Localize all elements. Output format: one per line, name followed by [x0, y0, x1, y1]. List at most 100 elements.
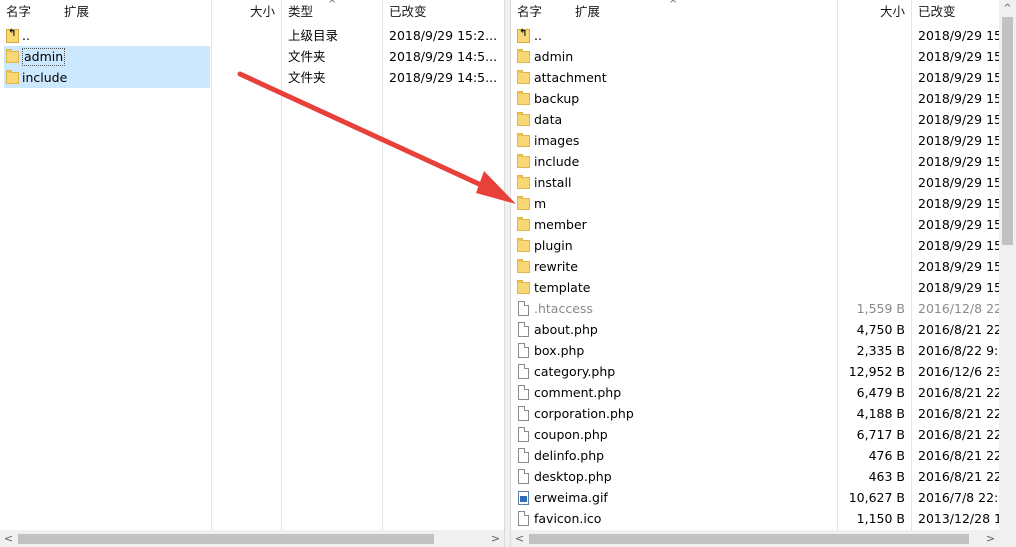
file-row[interactable]: desktop.php 463 B 2016/8/21 22:: [511, 466, 999, 487]
file-type: 文件夹: [288, 70, 326, 85]
col-header-size[interactable]: 大小: [211, 0, 281, 24]
scroll-thumb[interactable]: [18, 534, 434, 544]
file-name: about.php: [534, 322, 598, 337]
file-size: 4,750 B: [856, 322, 905, 337]
folder-icon: [6, 70, 19, 84]
file-icon: [518, 322, 529, 337]
local-file-list-pane[interactable]: 名字 扩展 大小 类型 ^ 已改变 ↰.. 上级目录 2018/9/29 15:2.…: [0, 0, 504, 547]
file-size: [837, 109, 905, 130]
remote-file-list-pane[interactable]: 名字 扩展 ^ 大小 已改变 ↰.. 2018/9/29 15: admin 2018…: [511, 0, 1016, 547]
file-size: [837, 172, 905, 193]
col-header-modified[interactable]: 已改变: [912, 0, 1002, 24]
file-size: [837, 214, 905, 235]
scroll-up-icon[interactable]: ^: [999, 0, 1016, 17]
file-size: 10,627 B: [848, 490, 905, 505]
col-header-ext[interactable]: 扩展: [569, 0, 629, 24]
file-row[interactable]: m 2018/9/29 15:: [511, 193, 999, 214]
scroll-thumb[interactable]: [529, 534, 969, 544]
col-header-name[interactable]: 名字: [0, 0, 60, 24]
file-modified: 2018/9/29 15:: [918, 70, 999, 85]
file-name: rewrite: [534, 259, 578, 274]
file-size: [837, 25, 905, 46]
file-size: 1,150 B: [856, 511, 905, 526]
file-row[interactable]: install 2018/9/29 15:: [511, 172, 999, 193]
file-modified: 2016/8/21 22:: [918, 385, 999, 400]
remote-vertical-scrollbar[interactable]: ^: [999, 0, 1016, 530]
file-row[interactable]: .htaccess 1,559 B 2016/12/8 22:: [511, 298, 999, 319]
file-modified: 2018/9/29 15:: [918, 154, 999, 169]
file-row[interactable]: box.php 2,335 B 2016/8/22 9:2: [511, 340, 999, 361]
col-header-size[interactable]: 大小: [837, 0, 911, 24]
file-row[interactable]: admin 文件夹 2018/9/29 14:5...: [0, 46, 504, 67]
file-modified: 2016/8/21 22:: [918, 427, 999, 442]
file-size: [837, 235, 905, 256]
file-size: 476 B: [868, 448, 905, 463]
file-row[interactable]: attachment 2018/9/29 15:: [511, 67, 999, 88]
file-row[interactable]: plugin 2018/9/29 15:: [511, 235, 999, 256]
image-file-icon: [518, 491, 529, 505]
file-row[interactable]: favicon.ico 1,150 B 2013/12/28 1(: [511, 508, 999, 529]
col-header-ext[interactable]: 扩展: [58, 0, 118, 24]
file-row[interactable]: ↰.. 2018/9/29 15:: [511, 25, 999, 46]
file-row[interactable]: data 2018/9/29 15:: [511, 109, 999, 130]
file-row[interactable]: include 2018/9/29 15:: [511, 151, 999, 172]
file-size: [837, 88, 905, 109]
scrollbar-corner: [999, 530, 1016, 547]
file-size: [837, 130, 905, 151]
file-modified: 2018/9/29 15:: [918, 259, 999, 274]
file-name: coupon.php: [534, 427, 608, 442]
scroll-right-icon[interactable]: >: [487, 530, 504, 547]
pane-splitter[interactable]: [504, 0, 511, 547]
file-row[interactable]: coupon.php 6,717 B 2016/8/21 22:: [511, 424, 999, 445]
file-icon: [518, 364, 529, 379]
file-modified: 2016/8/21 22:: [918, 448, 999, 463]
file-row[interactable]: include 文件夹 2018/9/29 14:5...: [0, 67, 504, 88]
file-name-text: include: [22, 70, 68, 85]
file-row[interactable]: backup 2018/9/29 15:: [511, 88, 999, 109]
file-size: [837, 256, 905, 277]
up-arrow-icon: ↰: [519, 28, 528, 39]
file-name: .htaccess: [534, 301, 593, 316]
file-row[interactable]: delinfo.php 476 B 2016/8/21 22:: [511, 445, 999, 466]
remote-horizontal-scrollbar[interactable]: < >: [511, 530, 999, 547]
file-row[interactable]: rewrite 2018/9/29 15:: [511, 256, 999, 277]
file-type: 文件夹: [288, 49, 326, 64]
scroll-left-icon[interactable]: <: [0, 530, 17, 547]
folder-icon: [517, 280, 530, 294]
file-name: plugin: [534, 238, 573, 253]
file-type: 上级目录: [288, 28, 339, 43]
file-row[interactable]: ↰.. 上级目录 2018/9/29 15:2...: [0, 25, 504, 46]
file-row[interactable]: comment.php 6,479 B 2016/8/21 22:: [511, 382, 999, 403]
file-row[interactable]: category.php 12,952 B 2016/12/6 23:: [511, 361, 999, 382]
file-row[interactable]: images 2018/9/29 15:: [511, 130, 999, 151]
file-name: ..: [22, 25, 208, 46]
file-row[interactable]: about.php 4,750 B 2016/8/21 22:: [511, 319, 999, 340]
file-row[interactable]: erweima.gif 10,627 B 2016/7/8 22:2: [511, 487, 999, 508]
remote-column-header: 名字 扩展 ^ 大小 已改变: [511, 0, 1016, 24]
col-header-name[interactable]: 名字: [511, 0, 571, 24]
file-row[interactable]: member 2018/9/29 15:: [511, 214, 999, 235]
scroll-left-icon[interactable]: <: [511, 530, 528, 547]
folder-icon: [517, 259, 530, 273]
file-modified: 2018/9/29 15:: [918, 238, 999, 253]
file-size: [837, 67, 905, 88]
file-row[interactable]: template 2018/9/29 15:: [511, 277, 999, 298]
file-modified: 2016/12/8 22:: [918, 301, 999, 316]
scroll-right-icon[interactable]: >: [982, 530, 999, 547]
col-header-modified[interactable]: 已改变: [383, 0, 504, 24]
file-modified: 2018/9/29 15:: [918, 112, 999, 127]
scroll-thumb[interactable]: [1002, 17, 1013, 245]
file-name: ..: [534, 28, 542, 43]
file-name: images: [534, 133, 580, 148]
local-horizontal-scrollbar[interactable]: < >: [0, 530, 504, 547]
file-row[interactable]: admin 2018/9/29 15:: [511, 46, 999, 67]
folder-icon: [517, 70, 530, 84]
file-row[interactable]: corporation.php 4,188 B 2016/8/21 22:: [511, 403, 999, 424]
local-column-header: 名字 扩展 大小 类型 ^ 已改变: [0, 0, 504, 24]
file-modified: 2018/9/29 15:: [918, 91, 999, 106]
file-icon: [518, 469, 529, 484]
file-size: 1,559 B: [856, 301, 905, 316]
file-modified: 2016/7/8 22:2: [918, 490, 999, 505]
file-name: include: [22, 67, 208, 88]
file-modified: 2018/9/29 15:2...: [389, 28, 498, 43]
